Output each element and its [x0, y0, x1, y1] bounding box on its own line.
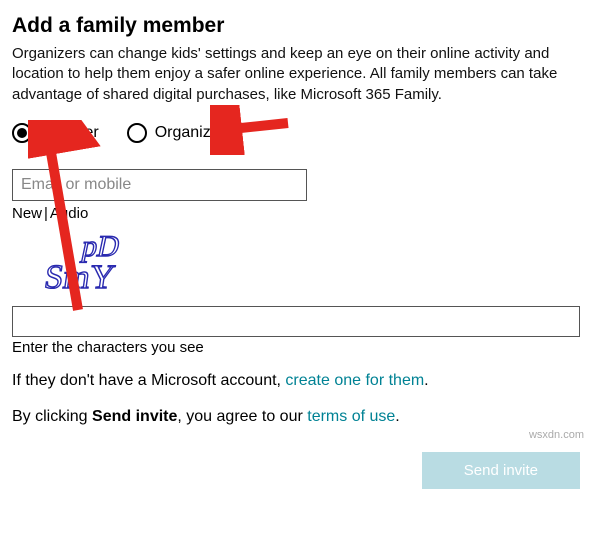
terms-text: By clicking Send invite, you agree to ou… — [12, 408, 580, 426]
terms-link[interactable]: terms of use — [307, 408, 395, 425]
create-account-link[interactable]: create one for them — [285, 372, 424, 389]
no-account-text: If they don't have a Microsoft account, … — [12, 372, 580, 390]
radio-icon — [127, 123, 147, 143]
captcha-glyphs: SmY — [42, 259, 117, 296]
email-or-mobile-input[interactable] — [12, 169, 307, 201]
terms-suffix: . — [395, 408, 399, 425]
captcha-input[interactable] — [12, 306, 580, 337]
send-invite-button[interactable]: Send invite — [422, 452, 580, 489]
captcha-glyphs: pD — [79, 229, 123, 263]
role-radio-organizer[interactable]: Organizer — [127, 123, 225, 143]
watermark-text: wsxdn.com — [529, 429, 584, 441]
role-radio-group: Member Organizer — [12, 123, 580, 143]
terms-prefix: By clicking — [12, 408, 92, 425]
terms-bold: Send invite — [92, 408, 177, 425]
radio-dot-icon — [17, 128, 27, 138]
description-text: Organizers can change kids' settings and… — [12, 44, 580, 105]
role-member-label: Member — [40, 124, 99, 142]
captcha-hint: Enter the characters you see — [12, 339, 580, 356]
captcha-audio-link[interactable]: Audio — [50, 205, 88, 222]
role-organizer-label: Organizer — [155, 124, 225, 142]
captcha-image: pD SmY — [12, 226, 212, 298]
radio-icon — [12, 123, 32, 143]
captcha-separator: | — [44, 205, 48, 222]
role-radio-member[interactable]: Member — [12, 123, 99, 143]
no-account-prefix: If they don't have a Microsoft account, — [12, 372, 285, 389]
terms-middle: , you agree to our — [177, 408, 307, 425]
captcha-new-link[interactable]: New — [12, 205, 42, 222]
captcha-controls: New | Audio — [12, 205, 580, 222]
button-row: Send invite — [12, 452, 580, 489]
no-account-suffix: . — [424, 372, 428, 389]
page-title: Add a family member — [12, 14, 580, 38]
